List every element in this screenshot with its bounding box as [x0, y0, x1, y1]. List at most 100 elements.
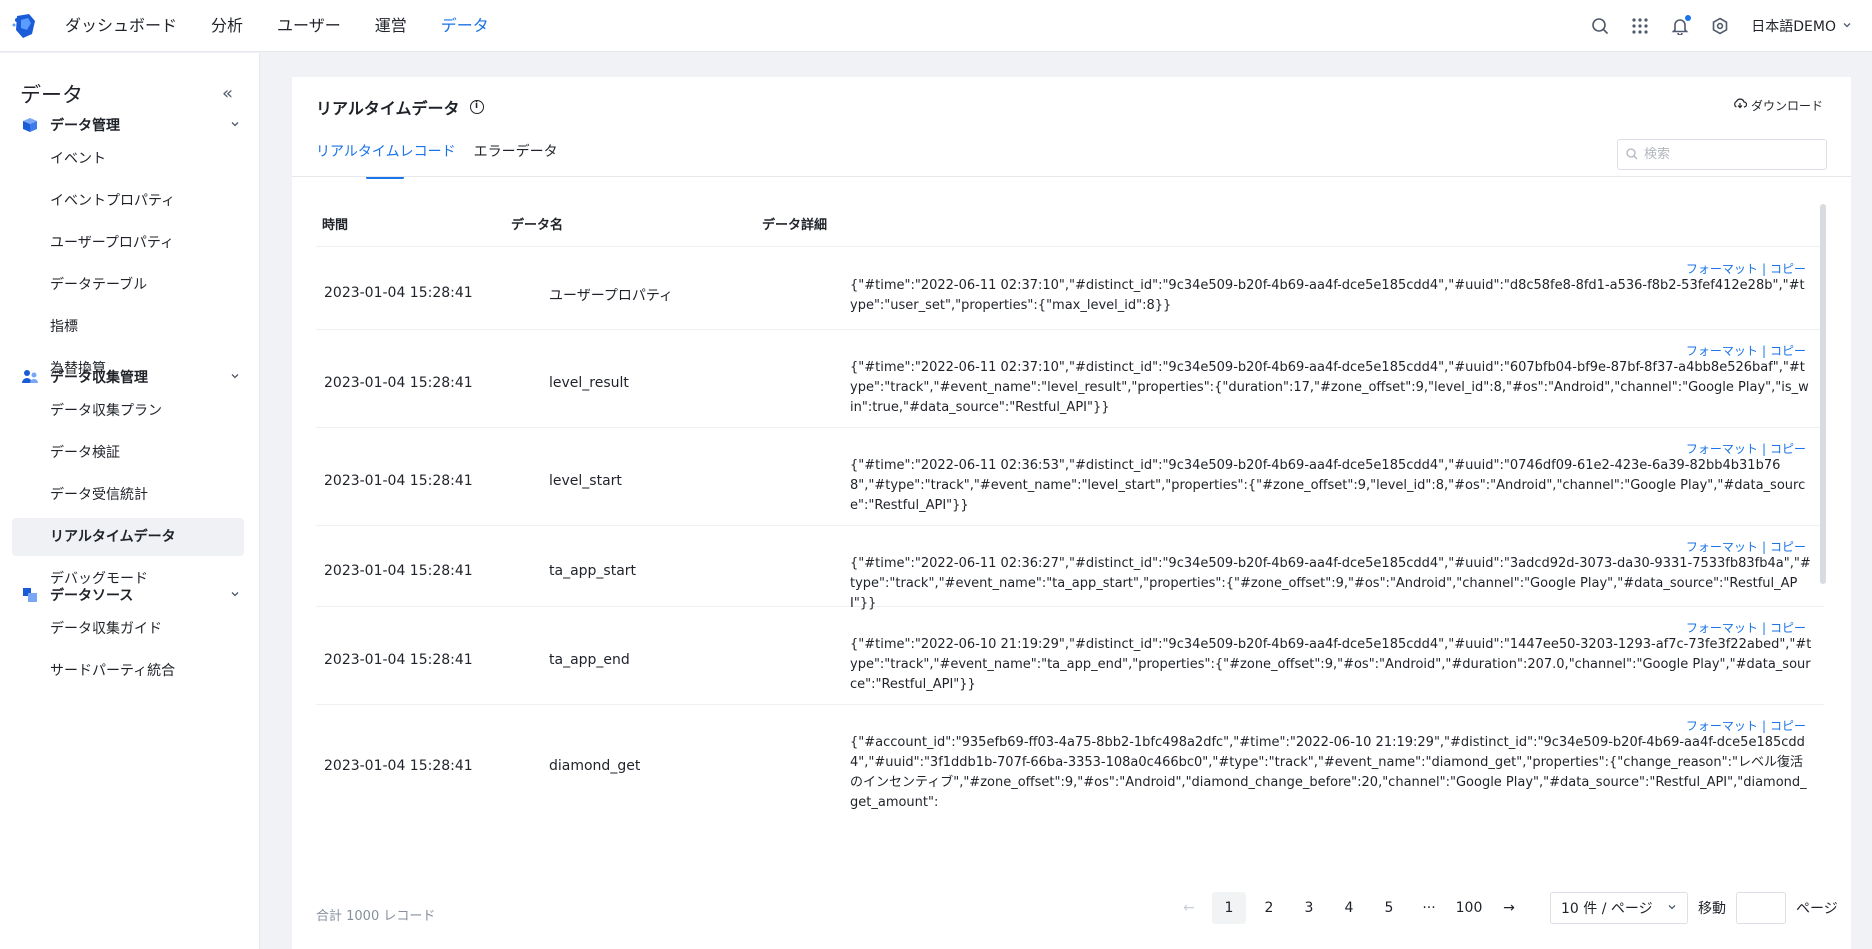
nav-item-1[interactable]: 分析 — [211, 0, 243, 52]
sidebar-item[interactable]: サードパーティ統合 — [12, 652, 244, 690]
format-link[interactable]: フォーマット — [1686, 344, 1758, 358]
format-link[interactable]: フォーマット — [1686, 540, 1758, 554]
next-page-button[interactable]: → — [1492, 892, 1526, 924]
table-header: 時間 データ名 データ詳細 — [316, 204, 1824, 247]
sidebar-group-label: データソース — [50, 588, 134, 604]
gear-icon[interactable] — [1709, 15, 1731, 37]
row-detail: {"#time":"2022-06-11 02:37:10","#distinc… — [850, 360, 1809, 415]
sidebar-group-label: データ管理 — [50, 118, 120, 134]
search-icon[interactable] — [1589, 15, 1611, 37]
table-row: フォーマット | コピー 2023-01-04 15:28:41 level_resul… — [316, 330, 1824, 428]
download-button[interactable]: ダウンロード — [1733, 97, 1823, 114]
bell-icon[interactable] — [1669, 15, 1692, 37]
action-separator: | — [1761, 442, 1766, 456]
copy-link[interactable]: コピー — [1770, 344, 1806, 358]
row-time: 2023-01-04 15:28:41 — [324, 562, 473, 579]
format-link[interactable]: フォーマット — [1686, 442, 1758, 456]
sidebar-group-0[interactable]: データ管理 — [20, 115, 240, 135]
sidebar-item[interactable]: データ検証 — [12, 434, 244, 472]
page-button-4[interactable]: 4 — [1332, 892, 1366, 924]
copy-link[interactable]: コピー — [1770, 442, 1806, 456]
cube-icon — [20, 115, 40, 135]
row-actions: フォーマット | コピー — [1686, 538, 1806, 555]
sidebar-item[interactable]: ユーザープロパティ — [12, 224, 244, 262]
copy-link[interactable]: コピー — [1770, 262, 1806, 276]
chevron-down-icon — [1667, 900, 1677, 916]
column-header-detail[interactable]: データ詳細 — [762, 204, 827, 247]
nav-item-0[interactable]: ダッシュボード — [65, 0, 177, 52]
sidebar-item[interactable]: データ収集プラン — [12, 392, 244, 430]
page-button-1[interactable]: 1 — [1212, 892, 1246, 924]
page-button-3[interactable]: 3 — [1292, 892, 1326, 924]
format-link[interactable]: フォーマット — [1686, 719, 1758, 733]
row-actions: フォーマット | コピー — [1686, 342, 1806, 359]
jump-page-input[interactable] — [1736, 892, 1786, 924]
tab-0[interactable]: リアルタイムレコード — [316, 141, 456, 179]
page-button-100[interactable]: 100 — [1452, 892, 1486, 924]
row-name: diamond_get — [549, 758, 641, 774]
page-size-select[interactable]: 10 件 / ページ — [1550, 892, 1688, 924]
sidebar: データ « データ管理 イベント イベントプロパティ ユーザープロパティ データテーブル… — [0, 53, 260, 949]
column-header-time[interactable]: 時間 — [322, 204, 348, 247]
row-detail: {"#time":"2022-06-11 02:36:27","#distinc… — [850, 556, 1811, 611]
info-icon[interactable]: i — [469, 100, 484, 114]
source-icon — [20, 585, 40, 605]
row-name: level_start — [549, 473, 622, 489]
format-link[interactable]: フォーマット — [1686, 262, 1758, 276]
jump-suffix: ページ — [1796, 901, 1838, 917]
collapse-sidebar-icon[interactable]: « — [222, 83, 233, 104]
copy-link[interactable]: コピー — [1770, 621, 1806, 635]
format-link[interactable]: フォーマット — [1686, 621, 1758, 635]
chevron-down-icon[interactable] — [230, 370, 240, 384]
nav-item-3[interactable]: 運営 — [375, 0, 407, 52]
nav-right-tools: 日本語DEMO — [1571, 0, 1852, 52]
brand-logo-icon[interactable] — [11, 12, 39, 40]
sidebar-item[interactable]: 指標 — [12, 308, 244, 346]
main-panel: リアルタイムデータ i ダウンロード リアルタイムレコードエラーデータ 時間 デ… — [292, 77, 1851, 949]
cloud-download-icon — [1733, 98, 1748, 113]
row-actions: フォーマット | コピー — [1686, 440, 1806, 457]
apps-grid-icon[interactable] — [1629, 15, 1651, 37]
chevron-down-icon[interactable] — [230, 588, 240, 602]
sidebar-item[interactable]: データテーブル — [12, 266, 244, 304]
prev-page-button[interactable]: ← — [1172, 892, 1206, 924]
row-time: 2023-01-04 15:28:41 — [324, 375, 473, 391]
search-box[interactable] — [1617, 139, 1827, 170]
table-row: フォーマット | コピー 2023-01-04 15:28:41 ta_app_end {… — [316, 607, 1824, 705]
row-name: level_result — [549, 375, 629, 391]
row-detail: {"#time":"2022-06-11 02:37:10","#distinc… — [850, 278, 1805, 313]
row-time: 2023-01-04 15:28:41 — [324, 758, 473, 774]
sidebar-group-2[interactable]: データソース — [20, 585, 240, 605]
pagination: ← 1 2 3 4 5 ··· 100 → 10 件 / ページ 移動 ページ — [1172, 892, 1838, 924]
sidebar-item[interactable]: データ収集ガイド — [12, 610, 244, 648]
column-header-name[interactable]: データ名 — [511, 204, 563, 247]
row-name: ta_app_start — [549, 562, 637, 579]
copy-link[interactable]: コピー — [1770, 719, 1806, 733]
row-actions: フォーマット | コピー — [1686, 717, 1806, 734]
action-separator: | — [1761, 262, 1766, 276]
nav-item-2[interactable]: ユーザー — [277, 0, 341, 52]
row-name: ユーザープロパティ — [549, 288, 674, 304]
sidebar-group-1[interactable]: データ収集管理 — [20, 367, 240, 387]
page-button-5[interactable]: 5 — [1372, 892, 1406, 924]
chevron-down-icon[interactable] — [230, 118, 240, 132]
table-row: フォーマット | コピー 2023-01-04 15:28:41 level_start… — [316, 428, 1824, 526]
search-input[interactable] — [1644, 147, 1814, 162]
sidebar-item[interactable]: リアルタイムデータ — [12, 518, 244, 556]
search-icon — [1626, 145, 1638, 164]
sidebar-item[interactable]: イベントプロパティ — [12, 182, 244, 220]
sidebar-item[interactable]: データ受信統計 — [12, 476, 244, 514]
page-ellipsis[interactable]: ··· — [1412, 892, 1446, 924]
nav-item-4[interactable]: データ — [441, 0, 489, 52]
row-detail: {"#time":"2022-06-10 21:19:29","#distinc… — [850, 637, 1812, 692]
total-records: 合計 1000 レコード — [316, 909, 436, 924]
sidebar-item[interactable]: イベント — [12, 140, 244, 178]
action-separator: | — [1761, 540, 1766, 554]
user-menu[interactable]: 日本語DEMO — [1751, 16, 1852, 36]
page-button-2[interactable]: 2 — [1252, 892, 1286, 924]
row-detail: {"#account_id":"935efb69-ff03-4a75-8bb2-… — [850, 735, 1807, 810]
table-scrollbar[interactable] — [1820, 204, 1826, 584]
tab-1[interactable]: エラーデータ — [474, 141, 558, 177]
table-row: フォーマット | コピー 2023-01-04 15:28:41 diamond_get… — [316, 705, 1824, 854]
copy-link[interactable]: コピー — [1770, 540, 1806, 554]
